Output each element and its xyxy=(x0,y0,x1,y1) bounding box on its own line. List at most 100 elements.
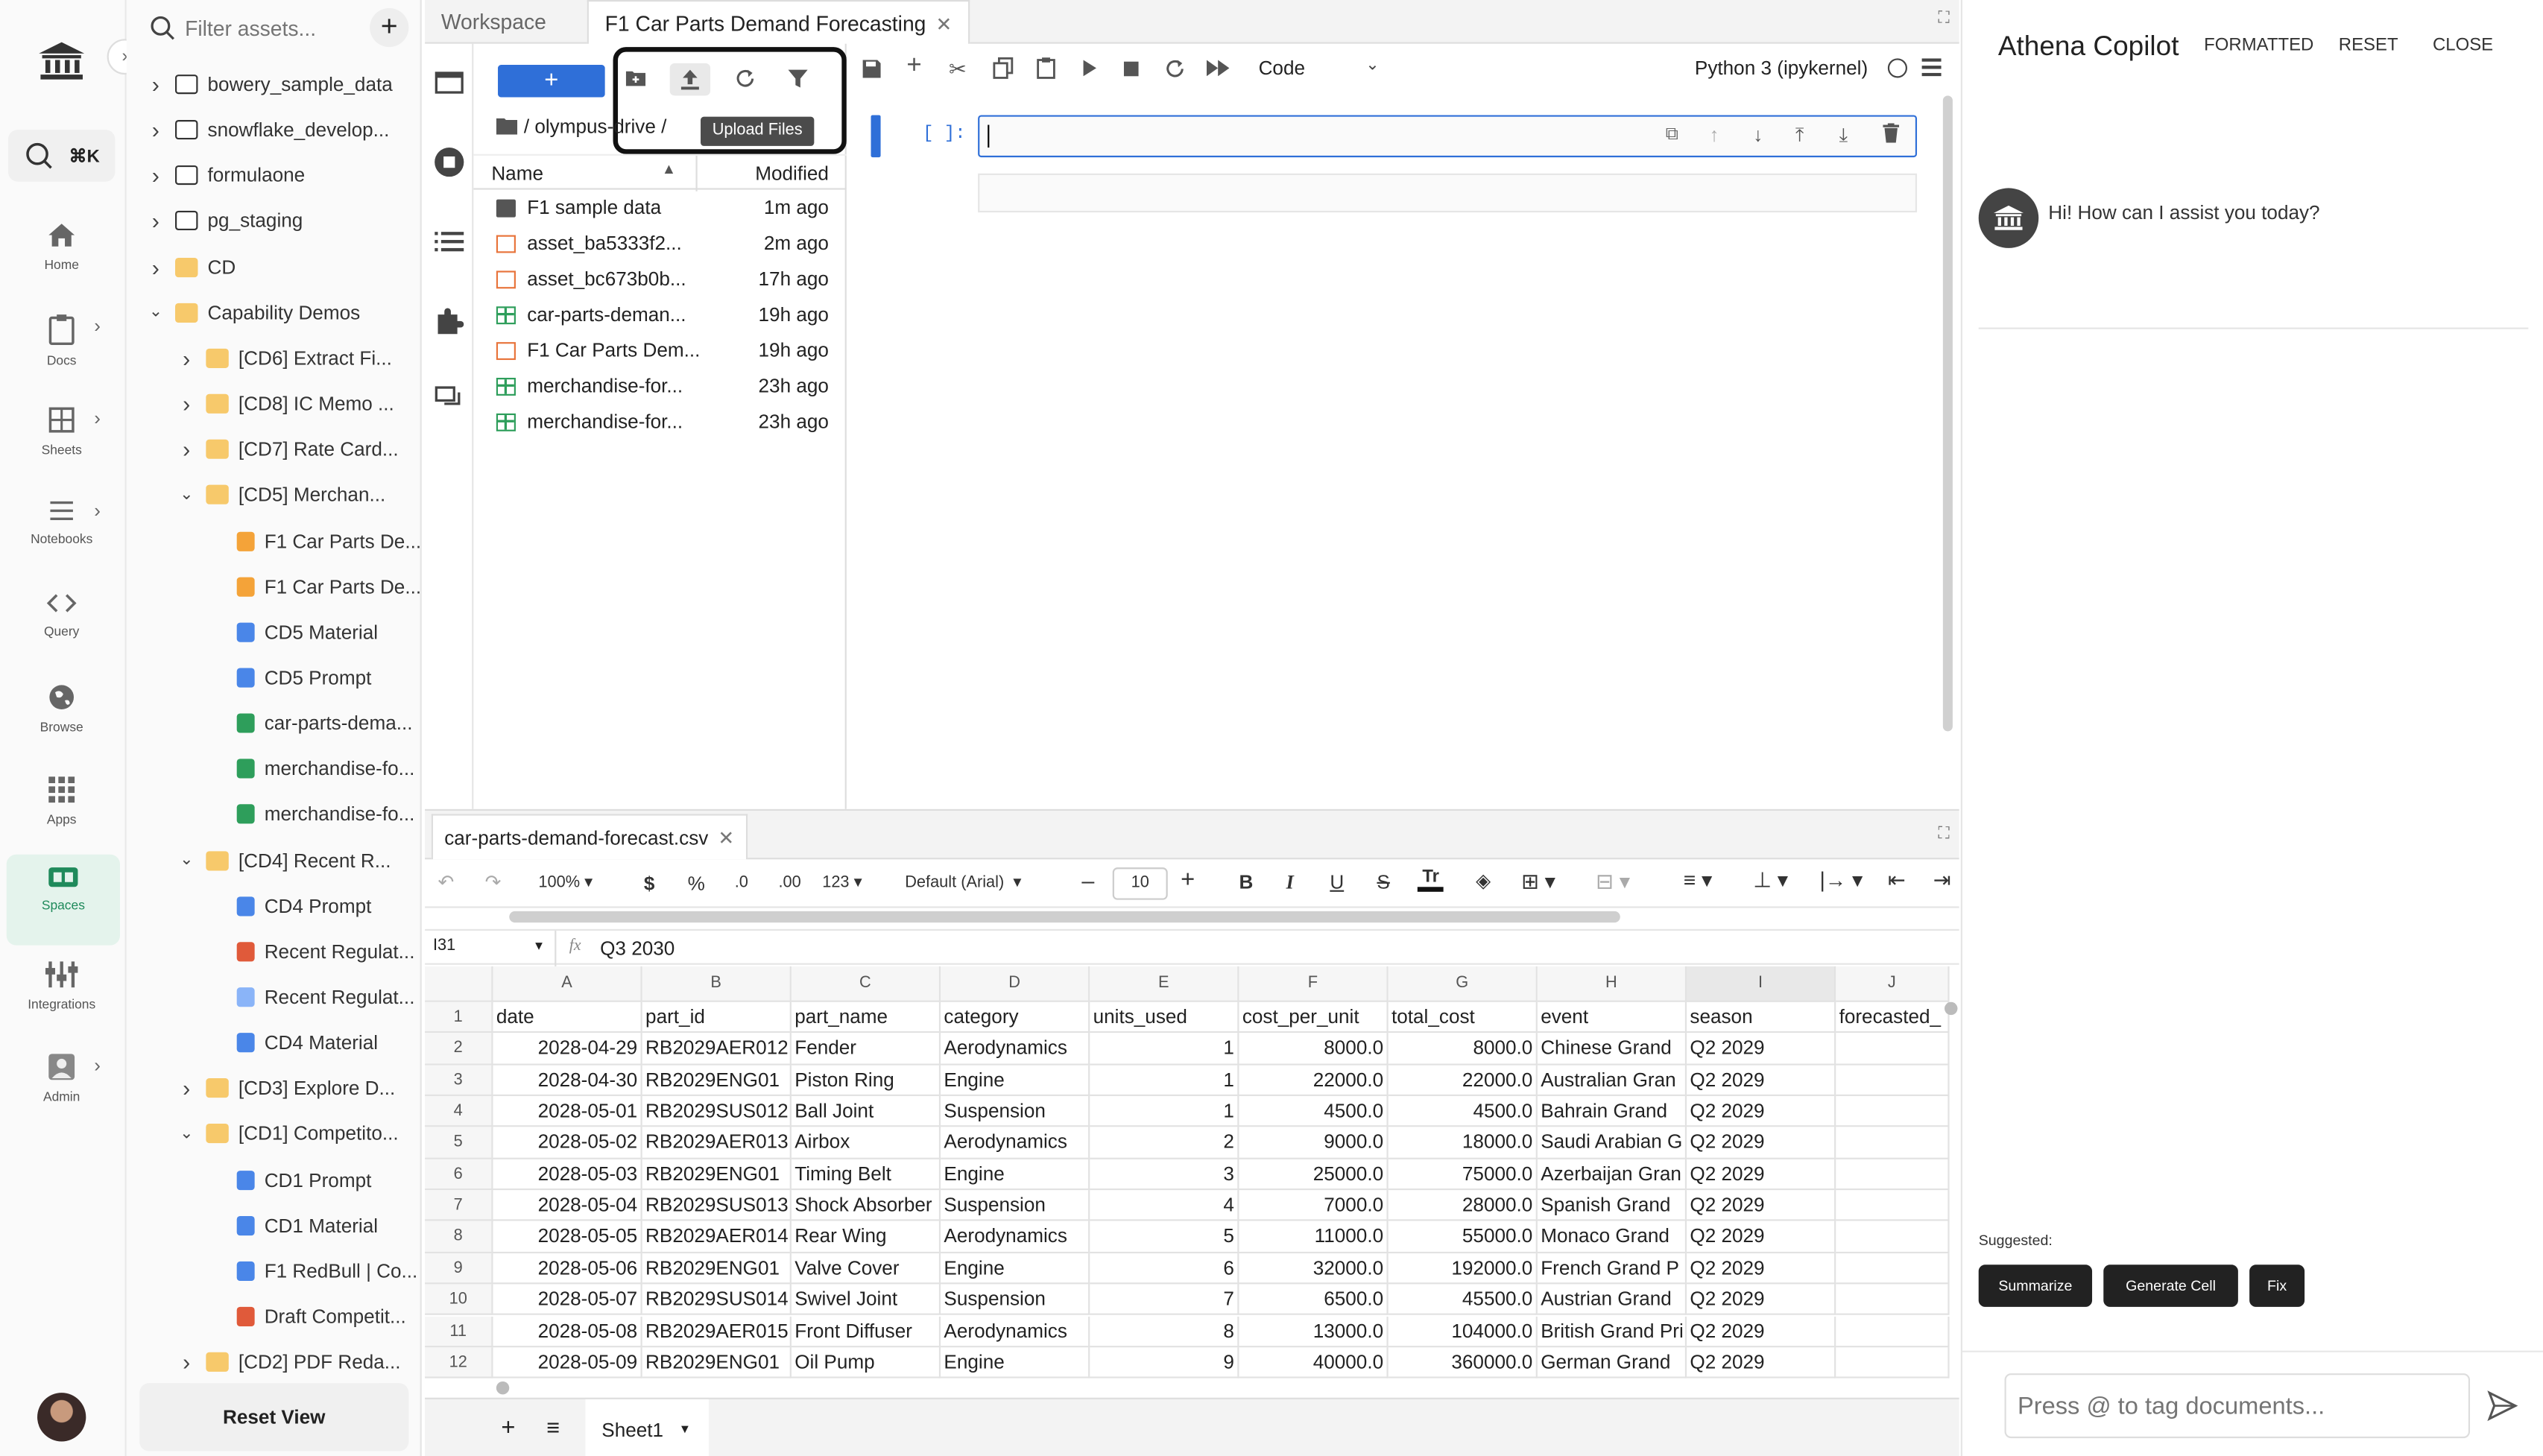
chevron-right-icon[interactable]: › xyxy=(146,117,165,143)
fast-forward-icon[interactable] xyxy=(1206,60,1230,77)
table-cell[interactable]: RB2029ENG01 xyxy=(642,1159,792,1191)
column-header[interactable]: C xyxy=(791,966,941,1002)
cell-type-select[interactable]: Code ⌄ xyxy=(1259,57,1386,79)
table-cell[interactable]: RB2029AER012 xyxy=(642,1033,792,1065)
table-cell[interactable]: Q2 2029 xyxy=(1687,1033,1836,1065)
folder-panel-icon[interactable] xyxy=(435,70,464,96)
fix-chip[interactable]: Fix xyxy=(2249,1264,2305,1307)
restart-icon[interactable] xyxy=(1164,58,1185,79)
search-shortcut-button[interactable]: ⌘K xyxy=(7,130,116,182)
nav-browse[interactable]: Browse xyxy=(0,673,123,764)
table-cell[interactable]: 5 xyxy=(1090,1221,1239,1253)
tree-item[interactable]: F1 RedBull | Co... xyxy=(127,1248,422,1294)
table-cell[interactable]: Saudi Arabian G xyxy=(1537,1127,1687,1159)
table-cell[interactable]: Valve Cover xyxy=(791,1253,941,1285)
tab-workspace[interactable]: Workspace xyxy=(425,0,563,44)
select-all-corner[interactable] xyxy=(425,966,493,1002)
table-cell[interactable]: RB2029SUS012 xyxy=(642,1096,792,1128)
table-cell[interactable]: 9000.0 xyxy=(1239,1127,1389,1159)
nav-integrations[interactable]: Integrations xyxy=(0,950,123,1041)
table-cell[interactable]: Front Diffuser xyxy=(791,1315,941,1347)
table-cell[interactable]: RB2029AER013 xyxy=(642,1127,792,1159)
table-cell[interactable]: 2028-04-30 xyxy=(493,1064,642,1097)
save-icon[interactable] xyxy=(861,58,882,79)
table-cell[interactable]: Shock Absorber xyxy=(791,1190,941,1222)
table-cell[interactable]: 6 xyxy=(1090,1253,1239,1285)
table-cell[interactable]: Engine xyxy=(941,1064,1090,1097)
table-cell[interactable]: Q2 2029 xyxy=(1687,1190,1836,1222)
file-row[interactable]: merchandise-for... 23h ago xyxy=(473,368,846,404)
table-cell[interactable]: season xyxy=(1687,1001,1836,1034)
chevron-right-icon[interactable]: › xyxy=(94,1054,101,1076)
tree-item[interactable]: › bowery_sample_data xyxy=(127,62,422,107)
table-cell[interactable]: 28000.0 xyxy=(1388,1190,1538,1222)
table-cell[interactable] xyxy=(1836,1064,1950,1097)
table-cell[interactable]: RB2029AER015 xyxy=(642,1315,792,1347)
delete-cell-icon[interactable] xyxy=(1883,123,1900,143)
tree-item[interactable]: › [CD3] Explore D... xyxy=(127,1066,422,1111)
table-cell[interactable]: Aerodynamics xyxy=(941,1127,1090,1159)
new-launcher-button[interactable]: + xyxy=(498,65,605,98)
file-row[interactable]: F1 Car Parts Dem... 19h ago xyxy=(473,332,846,368)
chevron-right-icon[interactable]: › xyxy=(94,407,101,429)
tree-item[interactable]: CD1 Prompt xyxy=(127,1157,422,1203)
add-cell-icon[interactable]: + xyxy=(906,52,921,81)
vertical-align-icon[interactable]: ⊥ ▾ xyxy=(1753,867,1788,893)
grid-scrollbar-h[interactable] xyxy=(496,1381,510,1395)
column-header[interactable]: I xyxy=(1687,966,1836,1002)
file-row[interactable]: F1 sample data 1m ago xyxy=(473,190,846,226)
filter-assets-input[interactable] xyxy=(185,10,364,45)
file-row[interactable]: merchandise-for... 23h ago xyxy=(473,404,846,440)
table-cell[interactable] xyxy=(1836,1159,1950,1191)
table-cell[interactable]: cost_per_unit xyxy=(1239,1001,1389,1034)
insert-above-icon[interactable]: ⤒ xyxy=(1795,123,1804,148)
tree-item[interactable]: › CD xyxy=(127,244,422,290)
table-cell[interactable] xyxy=(1836,1127,1950,1159)
sort-ascending-icon[interactable]: ▲ xyxy=(662,160,676,177)
kernel-name[interactable]: Python 3 (ipykernel) xyxy=(1695,57,1868,79)
table-cell[interactable]: 13000.0 xyxy=(1239,1315,1389,1347)
bold-button[interactable]: B xyxy=(1239,871,1253,893)
close-button[interactable]: CLOSE xyxy=(2433,36,2493,55)
table-cell[interactable]: Engine xyxy=(941,1159,1090,1191)
table-cell[interactable]: Aerodynamics xyxy=(941,1315,1090,1347)
nav-spaces[interactable]: Spaces xyxy=(6,854,121,946)
table-cell[interactable]: 360000.0 xyxy=(1388,1346,1538,1379)
table-cell[interactable]: French Grand P xyxy=(1537,1253,1687,1285)
row-header[interactable]: 10 xyxy=(425,1284,493,1316)
table-cell[interactable]: 1 xyxy=(1090,1033,1239,1065)
chevron-right-icon[interactable]: › xyxy=(146,162,165,189)
table-cell[interactable]: part_name xyxy=(791,1001,941,1034)
table-cell[interactable]: Q2 2029 xyxy=(1687,1127,1836,1159)
table-cell[interactable] xyxy=(1836,1284,1950,1316)
table-cell[interactable]: 2028-04-29 xyxy=(493,1033,642,1065)
indent-decrease-icon[interactable]: ⇤ xyxy=(1888,867,1906,893)
chevron-right-icon[interactable]: › xyxy=(94,499,101,522)
redo-icon[interactable]: ↷ xyxy=(485,871,502,893)
table-cell[interactable]: RB2029ENG01 xyxy=(642,1064,792,1097)
table-cell[interactable]: 8000.0 xyxy=(1239,1033,1389,1065)
table-cell[interactable]: 8000.0 xyxy=(1388,1033,1538,1065)
cut-icon[interactable]: ✂ xyxy=(949,57,967,83)
column-header[interactable]: H xyxy=(1537,966,1687,1002)
column-header[interactable]: D xyxy=(941,966,1090,1002)
nav-query[interactable]: Query xyxy=(0,580,123,671)
tree-item[interactable]: › [CD2] PDF Reda... xyxy=(127,1340,422,1385)
table-cell[interactable] xyxy=(1836,1190,1950,1222)
tree-item[interactable]: CD5 Material xyxy=(127,610,422,655)
table-cell[interactable]: event xyxy=(1537,1001,1687,1034)
chevron-down-icon[interactable]: ⌄ xyxy=(146,303,165,321)
chevron-down-icon[interactable]: ⌄ xyxy=(177,1125,196,1143)
table-cell[interactable]: Swivel Joint xyxy=(791,1284,941,1316)
row-header[interactable]: 9 xyxy=(425,1253,493,1285)
tree-item[interactable]: CD1 Material xyxy=(127,1203,422,1248)
menu-icon[interactable] xyxy=(1921,58,1942,77)
table-cell[interactable]: 2028-05-01 xyxy=(493,1096,642,1128)
row-header[interactable]: 4 xyxy=(425,1096,493,1128)
modified-column-header[interactable]: Modified xyxy=(755,162,829,185)
summarize-chip[interactable]: Summarize xyxy=(1978,1264,2093,1307)
table-cell[interactable]: 40000.0 xyxy=(1239,1346,1389,1379)
reset-button[interactable]: RESET xyxy=(2339,36,2398,55)
table-cell[interactable]: Ball Joint xyxy=(791,1096,941,1128)
table-cell[interactable]: RB2029SUS014 xyxy=(642,1284,792,1316)
